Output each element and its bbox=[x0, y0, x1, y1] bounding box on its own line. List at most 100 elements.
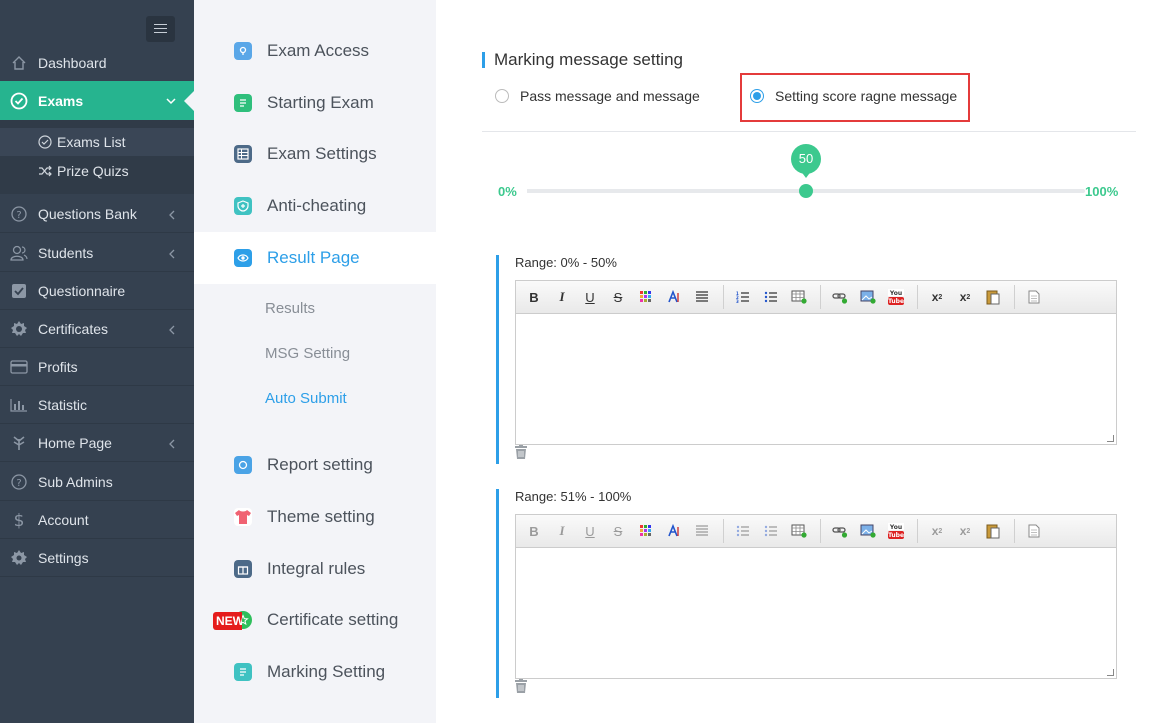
settings-nav-marking-setting[interactable]: Marking Setting bbox=[194, 646, 436, 698]
youtube-icon[interactable]: You Tube bbox=[885, 286, 907, 308]
eye-icon bbox=[234, 249, 252, 267]
bold-icon[interactable]: B bbox=[523, 520, 545, 542]
sidebar-item-questions-bank[interactable]: ? Questions Bank bbox=[0, 195, 194, 233]
subscript-icon[interactable]: x2 bbox=[954, 286, 976, 308]
align-justify-icon[interactable] bbox=[691, 520, 713, 542]
leaf-icon bbox=[0, 435, 38, 451]
users-icon bbox=[0, 245, 38, 261]
link-icon[interactable] bbox=[829, 520, 851, 542]
insert-table-icon[interactable] bbox=[788, 520, 810, 542]
settings-nav-anti-cheating[interactable]: Anti-cheating bbox=[194, 180, 436, 232]
sidebar-item-settings[interactable]: Settings bbox=[0, 539, 194, 577]
radio-label: Setting score ragne message bbox=[775, 88, 958, 104]
unordered-list-icon[interactable] bbox=[760, 286, 782, 308]
sidebar-item-profits[interactable]: Profits bbox=[0, 348, 194, 386]
sidebar-item-certificates[interactable]: Certificates bbox=[0, 310, 194, 348]
color-palette-icon[interactable] bbox=[635, 520, 657, 542]
question-circle-icon: ? bbox=[0, 205, 38, 222]
superscript-icon[interactable]: x2 bbox=[926, 520, 948, 542]
radio-button[interactable] bbox=[750, 89, 764, 103]
insert-table-icon[interactable] bbox=[788, 286, 810, 308]
sidebar-subitem-exams-list[interactable]: Exams List bbox=[0, 128, 194, 156]
unordered-list-icon[interactable] bbox=[760, 520, 782, 542]
settings-nav-label: Report setting bbox=[267, 455, 373, 474]
sidebar-item-questionnaire[interactable]: Questionnaire bbox=[0, 272, 194, 310]
settings-nav-result-page[interactable]: Result Page bbox=[194, 232, 436, 284]
ordered-list-icon[interactable]: 123 bbox=[732, 286, 754, 308]
sidebar-item-label: Settings bbox=[38, 549, 89, 566]
gear-badge-icon bbox=[0, 320, 38, 337]
score-slider[interactable]: 50 bbox=[527, 144, 1085, 198]
image-icon[interactable] bbox=[857, 520, 879, 542]
trash-icon[interactable] bbox=[515, 679, 527, 698]
document-icon bbox=[234, 94, 252, 112]
dollar-icon: $ bbox=[0, 511, 38, 529]
settings-nav-label: Anti-cheating bbox=[267, 196, 367, 215]
sidebar-item-sub-admins[interactable]: ? Sub Admins bbox=[0, 463, 194, 501]
svg-text:?: ? bbox=[16, 478, 21, 489]
strikethrough-icon[interactable]: S bbox=[607, 286, 629, 308]
sidebar-item-statistic[interactable]: Statistic bbox=[0, 386, 194, 424]
source-document-icon[interactable] bbox=[1023, 520, 1045, 542]
radio-button[interactable] bbox=[495, 89, 509, 103]
range-label: Range: 51% - 100% bbox=[515, 489, 632, 504]
settings-nav-label: Marking Setting bbox=[267, 662, 386, 681]
ordered-list-icon[interactable] bbox=[732, 520, 754, 542]
sidebar-item-account[interactable]: $ Account bbox=[0, 501, 194, 539]
sidebar-item-exams[interactable]: Exams bbox=[0, 81, 194, 120]
sidebar-item-label: Home Page bbox=[38, 434, 112, 451]
underline-icon[interactable]: U bbox=[579, 520, 601, 542]
slider-max-label: 100% bbox=[1085, 184, 1119, 199]
editor-text-area[interactable] bbox=[516, 314, 1116, 444]
settings-nav-theme-setting[interactable]: Theme setting bbox=[194, 491, 436, 543]
sidebar-item-students[interactable]: Students bbox=[0, 234, 194, 272]
sidebar-item-label: Account bbox=[38, 511, 89, 528]
font-size-icon[interactable] bbox=[663, 520, 685, 542]
paste-icon[interactable] bbox=[982, 286, 1004, 308]
radio-score-range-message[interactable]: Setting score ragne message bbox=[750, 88, 957, 104]
sidebar-item-dashboard[interactable]: Dashboard bbox=[0, 44, 194, 82]
editor-text-area[interactable] bbox=[516, 548, 1116, 678]
bold-icon[interactable]: B bbox=[523, 286, 545, 308]
superscript-icon[interactable]: x2 bbox=[926, 286, 948, 308]
settings-subnav-msg-setting[interactable]: MSG Setting bbox=[265, 345, 350, 362]
settings-nav-report-setting[interactable]: Report setting bbox=[194, 439, 436, 491]
strikethrough-icon[interactable]: S bbox=[607, 520, 629, 542]
settings-nav-starting-exam[interactable]: Starting Exam bbox=[194, 77, 436, 129]
subscript-icon[interactable]: x2 bbox=[954, 520, 976, 542]
align-justify-icon[interactable] bbox=[691, 286, 713, 308]
settings-nav-exam-access[interactable]: Exam Access bbox=[194, 25, 436, 77]
sidebar-item-label: Students bbox=[38, 244, 94, 261]
radio-pass-message[interactable]: Pass message and message bbox=[495, 88, 700, 104]
underline-icon[interactable]: U bbox=[579, 286, 601, 308]
sidebar-item-label: Exams bbox=[38, 92, 84, 109]
chevron-left-icon bbox=[168, 436, 176, 452]
settings-nav-integral-rules[interactable]: Integral rules bbox=[194, 543, 436, 595]
sidebar-subitem-label: Exams List bbox=[57, 134, 126, 150]
font-size-icon[interactable] bbox=[663, 286, 685, 308]
gear-icon bbox=[0, 549, 38, 566]
youtube-icon[interactable]: You Tube bbox=[885, 520, 907, 542]
source-document-icon[interactable] bbox=[1023, 286, 1045, 308]
range-label: Range: 0% - 50% bbox=[515, 255, 617, 270]
menu-toggle-icon[interactable] bbox=[146, 16, 175, 42]
tshirt-icon bbox=[234, 508, 252, 526]
settings-nav-exam-settings[interactable]: Exam Settings bbox=[194, 128, 436, 180]
trash-icon[interactable] bbox=[515, 445, 527, 464]
sidebar-item-home-page[interactable]: Home Page bbox=[0, 424, 194, 462]
home-icon bbox=[0, 55, 38, 71]
link-icon[interactable] bbox=[829, 286, 851, 308]
italic-icon[interactable]: I bbox=[551, 520, 573, 542]
image-icon[interactable] bbox=[857, 286, 879, 308]
checkbox-icon bbox=[0, 283, 38, 299]
settings-subnav-results[interactable]: Results bbox=[265, 300, 315, 317]
settings-subnav-auto-submit[interactable]: Auto Submit bbox=[265, 390, 347, 407]
sidebar-subitem-prize-quizs[interactable]: Prize Quizs bbox=[0, 157, 194, 185]
svg-text:Tube: Tube bbox=[888, 298, 904, 305]
color-palette-icon[interactable] bbox=[635, 286, 657, 308]
chevron-left-icon bbox=[168, 322, 176, 338]
italic-icon[interactable]: I bbox=[551, 286, 573, 308]
paste-icon[interactable] bbox=[982, 520, 1004, 542]
slider-handle[interactable] bbox=[799, 184, 813, 198]
shield-icon bbox=[234, 197, 252, 215]
